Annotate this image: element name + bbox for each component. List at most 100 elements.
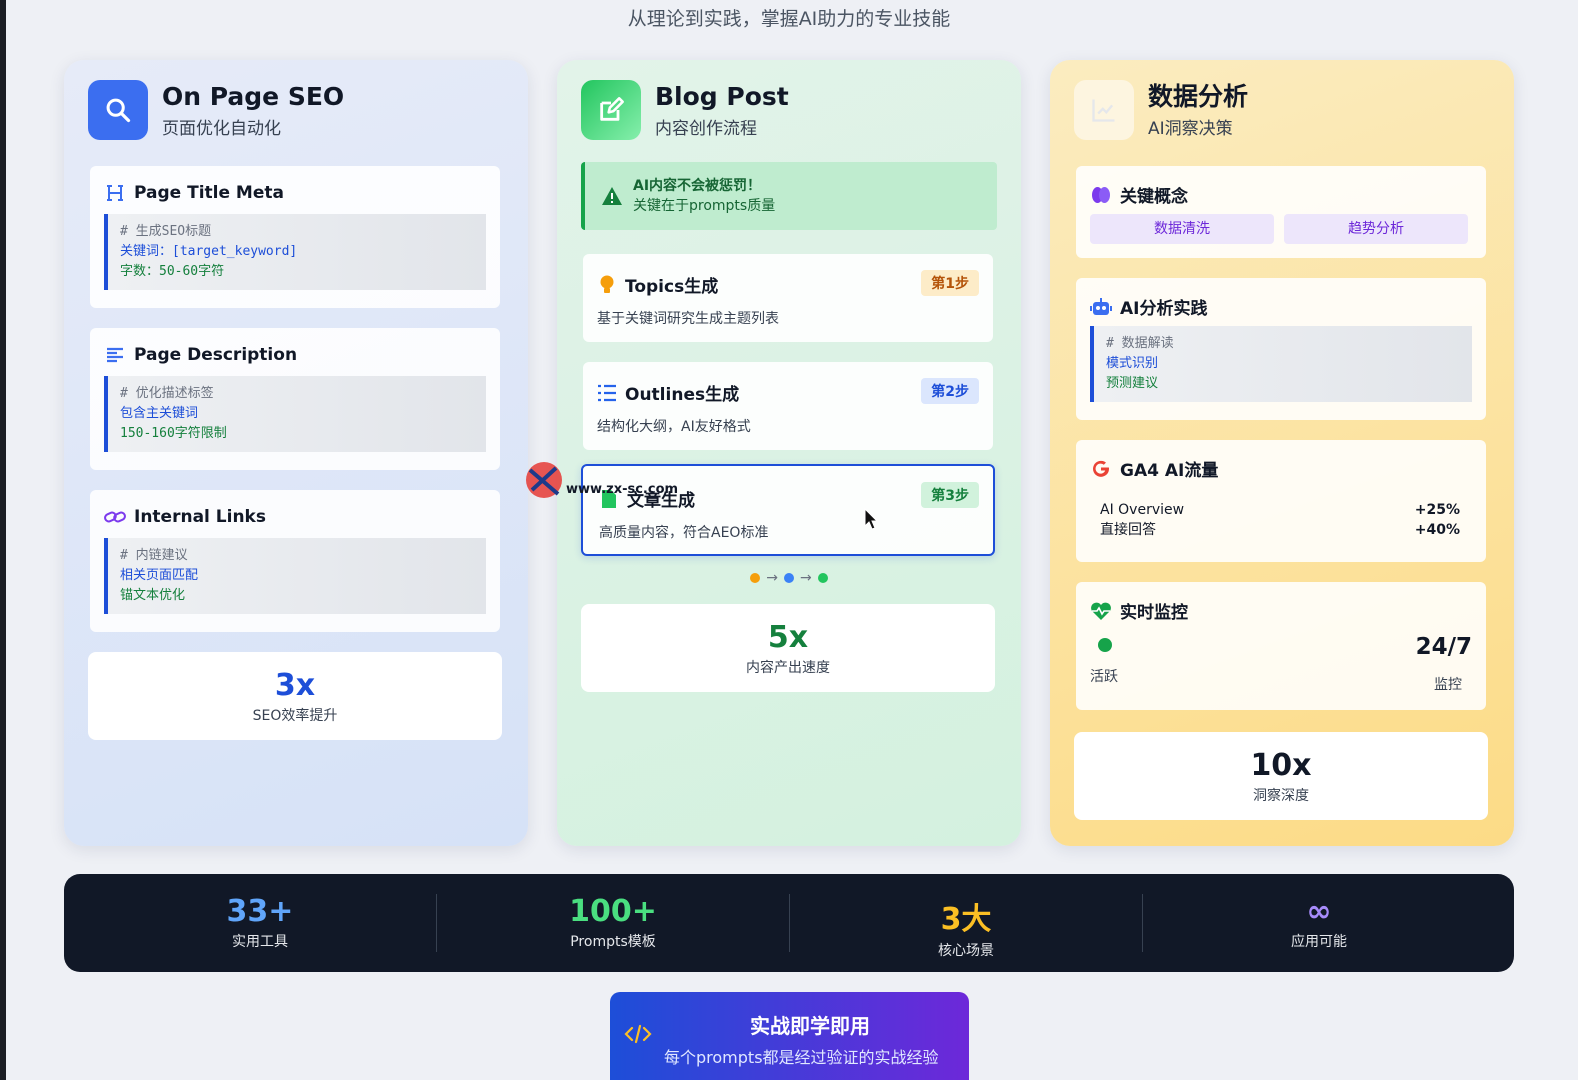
- ga4-row-value: +25%: [1414, 502, 1460, 518]
- internal-links-panel: Internal Links # 内链建议 相关页面匹配 锚文本优化: [90, 490, 500, 632]
- code-block: # 生成SEO标题 关键词：[target_keyword] 字数：50-60字…: [104, 214, 486, 290]
- stat-label: Prompts模板: [570, 934, 656, 950]
- blog-card-subtitle: 内容创作流程: [655, 118, 757, 139]
- robot-icon: [1090, 296, 1112, 318]
- ga4-row-value: +40%: [1414, 522, 1460, 538]
- cta-button[interactable]: 实战即学即用 每个prompts都是经过验证的实战经验: [610, 992, 969, 1080]
- align-left-icon: [104, 344, 126, 366]
- alert-title: AI内容不会被惩罚！: [633, 178, 762, 194]
- concept-chip[interactable]: 趋势分析: [1284, 214, 1468, 244]
- panel-title: GA4 AI流量: [1120, 461, 1219, 481]
- panel-title: Internal Links: [134, 507, 266, 527]
- seo-card: On Page SEO 页面优化自动化 Page Title Meta # 生成…: [64, 60, 528, 846]
- panel-title: 关键概念: [1120, 187, 1188, 207]
- stat-label: 应用可能: [1291, 934, 1347, 950]
- lightbulb-icon: [597, 275, 617, 295]
- code-line: # 生成SEO标题: [120, 224, 212, 239]
- stat-value: 5x: [767, 620, 809, 655]
- realtime-monitor-panel: 实时监控 活跃 24/7 监控: [1076, 582, 1486, 710]
- step-topics[interactable]: Topics生成 第1步 基于关键词研究生成主题列表: [583, 254, 993, 342]
- code-line: 关键词：[target_keyword]: [120, 244, 298, 259]
- data-card-header: 数据分析 AI洞察决策: [1074, 80, 1248, 140]
- code-line: 包含主关键词: [120, 406, 199, 421]
- step-badge: 第3步: [921, 482, 979, 508]
- ga4-labels: AI Overview 直接回答: [1100, 500, 1184, 540]
- mouse-cursor-icon: [864, 508, 878, 530]
- arrow-right-icon: →: [800, 570, 812, 586]
- stat-value: 3大: [940, 902, 992, 937]
- seo-stat-box: 3x SEO效率提升: [88, 652, 502, 740]
- page-subtitle: 从理论到实践，掌握AI助力的专业技能: [627, 8, 951, 30]
- stat-label: SEO效率提升: [252, 708, 338, 724]
- data-card-subtitle: AI洞察决策: [1148, 118, 1233, 139]
- progress-dot: [817, 573, 828, 583]
- code-line: 模式识别: [1106, 356, 1159, 371]
- cta-title: 实战即学即用: [750, 1014, 870, 1038]
- panel-title: Page Title Meta: [134, 183, 284, 203]
- monitor-value: 24/7: [1415, 634, 1472, 660]
- search-icon: [88, 80, 148, 140]
- panel-title: Page Description: [134, 345, 298, 365]
- stat-label: 洞察深度: [1253, 788, 1309, 804]
- stat-value: 100+: [569, 894, 657, 929]
- seo-card-header: On Page SEO 页面优化自动化: [88, 80, 344, 140]
- step-description: 高质量内容，符合AEO标准: [599, 525, 769, 541]
- edit-icon: [581, 80, 641, 140]
- page-description-panel: Page Description # 优化描述标签 包含主关键词 150-160…: [90, 328, 500, 470]
- list-icon: [597, 383, 617, 403]
- ga4-row-label: AI Overview: [1100, 502, 1185, 518]
- concept-chip[interactable]: 数据清洗: [1090, 214, 1274, 244]
- blog-stat-box: 5x 内容产出速度: [581, 604, 995, 692]
- blog-card-header: Blog Post 内容创作流程: [581, 80, 789, 140]
- step-badge: 第1步: [921, 270, 979, 296]
- monitor-value-label: 监控: [1434, 677, 1462, 693]
- ga4-values: +25% +40%: [1415, 500, 1460, 540]
- step-outlines[interactable]: Outlines生成 第2步 结构化大纲，AI友好格式: [583, 362, 993, 450]
- progress-dot: [784, 573, 794, 583]
- stats-bar: 33+ 实用工具 100+ Prompts模板 3大 核心场景 ∞ 应用可能: [64, 874, 1514, 972]
- step-badge: 第2步: [921, 378, 979, 404]
- alert-text: 关键在于prompts质量: [633, 198, 776, 214]
- stat-value: 3x: [274, 668, 316, 703]
- key-concepts-panel: 关键概念 数据清洗 趋势分析: [1076, 166, 1486, 258]
- blog-card: Blog Post 内容创作流程 AI内容不会被惩罚！ 关键在于prompts质…: [557, 60, 1021, 846]
- seo-card-subtitle: 页面优化自动化: [162, 118, 281, 139]
- stat-scenarios: 3大 核心场景: [790, 874, 1142, 972]
- data-stat-box: 10x 洞察深度: [1074, 732, 1488, 820]
- code-line: 150-160字符限制: [120, 426, 227, 441]
- ai-analysis-panel: AI分析实践 # 数据解读 模式识别 预测建议: [1076, 278, 1486, 420]
- ga4-row-label: 直接回答: [1100, 522, 1156, 538]
- seo-card-title: On Page SEO: [162, 81, 345, 111]
- status-label: 活跃: [1090, 669, 1118, 685]
- code-line: 字数：50-60字符: [120, 264, 225, 279]
- panel-title: 实时监控: [1120, 603, 1188, 623]
- code-line: 相关页面匹配: [120, 568, 199, 583]
- status-dot: [1098, 638, 1112, 652]
- stat-label: 内容产出速度: [746, 660, 830, 676]
- data-card-title: 数据分析: [1148, 81, 1249, 111]
- warning-icon: [602, 187, 622, 205]
- blog-card-title: Blog Post: [655, 81, 789, 111]
- step-title: Topics生成: [625, 277, 719, 297]
- heading-icon: [104, 182, 126, 204]
- code-line: # 数据解读: [1106, 336, 1174, 351]
- watermark-logo: [526, 462, 562, 498]
- watermark: www.zx-sc.com: [524, 458, 684, 506]
- heartbeat-icon: [1090, 600, 1112, 622]
- stat-label: 实用工具: [232, 934, 288, 950]
- stat-value: 33+: [226, 894, 294, 929]
- step-progress-indicator: → →: [557, 570, 1021, 586]
- watermark-text: www.zx-sc.com: [566, 482, 679, 497]
- ai-content-alert: AI内容不会被惩罚！ 关键在于prompts质量: [581, 162, 997, 230]
- cta-subtitle: 每个prompts都是经过验证的实战经验: [664, 1048, 939, 1067]
- code-line: 预测建议: [1106, 376, 1159, 391]
- stat-value: ∞: [1306, 894, 1332, 929]
- ga4-panel: GA4 AI流量 AI Overview 直接回答 +25% +40%: [1076, 440, 1486, 562]
- link-icon: [104, 506, 126, 528]
- arrow-right-icon: →: [766, 570, 778, 586]
- step-description: 基于关键词研究生成主题列表: [597, 311, 779, 327]
- code-block: # 优化描述标签 包含主关键词 150-160字符限制: [104, 376, 486, 452]
- code-block: # 内链建议 相关页面匹配 锚文本优化: [104, 538, 486, 614]
- step-description: 结构化大纲，AI友好格式: [597, 419, 751, 435]
- chart-icon: [1074, 80, 1134, 140]
